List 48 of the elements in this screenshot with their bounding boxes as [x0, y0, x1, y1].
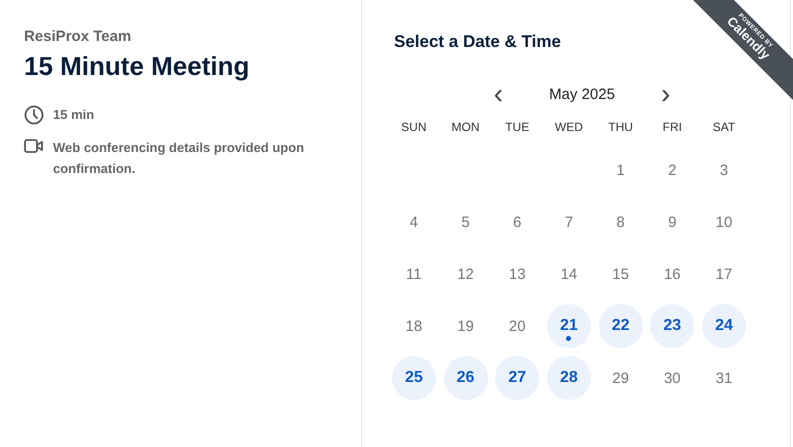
date-button[interactable]: 20 — [495, 304, 540, 348]
date-button[interactable]: 23 — [650, 304, 694, 348]
date-button[interactable]: 2 — [650, 148, 694, 192]
date-button[interactable]: 31 — [702, 356, 746, 400]
date-button[interactable]: 22 — [598, 304, 643, 348]
date-button[interactable]: 21 — [546, 304, 591, 348]
date-button[interactable]: 3 — [702, 148, 746, 192]
clock-icon — [24, 105, 44, 125]
detail-text: 15 min — [53, 106, 94, 124]
date-button[interactable]: 28 — [546, 356, 591, 400]
date-button[interactable]: 27 — [495, 356, 540, 400]
date-button[interactable]: 7 — [546, 200, 591, 244]
date-button[interactable]: 24 — [702, 304, 746, 348]
month-label: May 2025 — [549, 86, 615, 102]
next-month-button[interactable]: › — [654, 82, 676, 106]
date-button[interactable]: 17 — [702, 252, 746, 296]
organizer-name: ResiProx Team — [24, 28, 132, 45]
video-camera-icon — [24, 138, 44, 154]
date-button[interactable]: 18 — [392, 304, 436, 348]
weekday-label: THU — [608, 120, 633, 136]
date-button[interactable]: 15 — [598, 252, 643, 296]
previous-month-button[interactable]: ‹ — [488, 82, 510, 106]
date-button[interactable]: 5 — [444, 200, 488, 244]
event-title: 15 Minute Meeting — [24, 51, 250, 82]
date-button[interactable]: 12 — [444, 252, 488, 296]
date-button[interactable]: 26 — [444, 356, 488, 400]
date-button[interactable]: 11 — [392, 252, 436, 296]
calendar-heading: Select a Date & Time — [394, 32, 561, 52]
date-button[interactable]: 30 — [650, 356, 694, 400]
date-button[interactable]: 13 — [495, 252, 540, 296]
weekday-label: SAT — [712, 120, 736, 136]
date-button[interactable]: 25 — [392, 356, 436, 400]
date-button[interactable]: 9 — [650, 200, 694, 244]
weekday-label: TUE — [505, 120, 530, 136]
date-button[interactable]: 8 — [598, 200, 643, 244]
date-button[interactable]: 29 — [598, 356, 643, 400]
weekday-label: SUN — [401, 120, 427, 136]
weekday-label: FRI — [662, 120, 682, 136]
date-button[interactable]: 4 — [392, 200, 436, 244]
weekday-label: MON — [452, 120, 480, 136]
date-button[interactable]: 16 — [650, 252, 694, 296]
date-button[interactable]: 6 — [495, 200, 540, 244]
date-button[interactable]: 1 — [598, 148, 643, 192]
date-button[interactable]: 10 — [702, 200, 746, 244]
weekday-label: WED — [554, 120, 583, 136]
date-button[interactable]: 14 — [546, 252, 591, 296]
date-button[interactable]: 19 — [444, 304, 488, 348]
detail-text: Web conferencing details provided upon confirmation. — [53, 139, 306, 178]
